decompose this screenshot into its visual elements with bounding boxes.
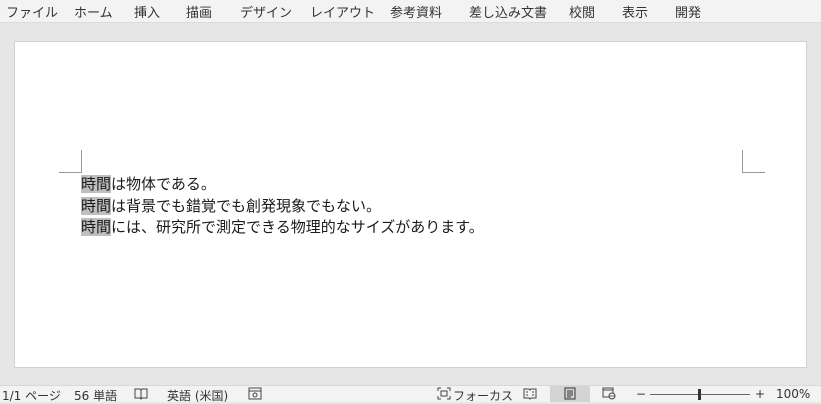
tab-file[interactable]: ファイル — [6, 2, 58, 21]
paragraph-line[interactable]: 時間は背景でも錯覚でも創発現象でもない。 — [81, 196, 381, 216]
zoom-in-button[interactable]: + — [755, 387, 765, 401]
read-mode-icon[interactable] — [523, 387, 537, 400]
ribbon-tab-bar: ファイル ホーム 挿入 描画 デザイン レイアウト 参考資料 差し込み文書 校閲… — [0, 0, 821, 23]
word-count[interactable]: 56 単語 — [74, 387, 117, 404]
tab-home[interactable]: ホーム — [74, 2, 113, 21]
paragraph-line[interactable]: 時間には、研究所で測定できる物理的なサイズがあります。 — [81, 217, 484, 237]
paragraph-line[interactable]: 時間は物体である。 — [81, 174, 216, 194]
tab-review[interactable]: 校閲 — [569, 2, 595, 21]
highlighted-word[interactable]: 時間 — [81, 218, 112, 236]
line-text: は物体である。 — [111, 175, 216, 193]
tab-view[interactable]: 表示 — [622, 2, 648, 21]
tab-developer[interactable]: 開発 — [675, 2, 701, 21]
line-text: には、研究所で測定できる物理的なサイズがあります。 — [111, 218, 484, 236]
tab-insert[interactable]: 挿入 — [134, 2, 160, 21]
highlighted-word[interactable]: 時間 — [81, 197, 112, 215]
document-workspace[interactable]: 時間は物体である。 時間は背景でも錯覚でも創発現象でもない。 時間には、研究所で… — [0, 23, 821, 385]
print-layout-icon[interactable] — [563, 387, 577, 400]
tab-design[interactable]: デザイン — [240, 2, 292, 21]
tab-references[interactable]: 参考資料 — [390, 2, 442, 21]
focus-mode-button[interactable]: フォーカス — [453, 387, 513, 404]
tab-layout[interactable]: レイアウト — [310, 2, 375, 21]
proofing-book-icon[interactable] — [134, 387, 148, 400]
language-indicator[interactable]: 英語 (米国) — [167, 387, 228, 404]
accessibility-icon[interactable] — [248, 387, 262, 400]
zoom-slider-thumb[interactable] — [698, 389, 701, 400]
status-bar: 1/1 ページ 56 単語 英語 (米国) フォーカス − + 100% — [0, 385, 821, 404]
document-page[interactable]: 時間は物体である。 時間は背景でも錯覚でも創発現象でもない。 時間には、研究所で… — [14, 41, 807, 368]
tab-mailings[interactable]: 差し込み文書 — [469, 2, 547, 21]
line-text: は背景でも錯覚でも創発現象でもない。 — [111, 197, 382, 215]
tab-draw[interactable]: 描画 — [186, 2, 212, 21]
page-count[interactable]: 1/1 ページ — [2, 387, 61, 404]
zoom-out-button[interactable]: − — [636, 387, 646, 401]
margin-corner-mark-right — [742, 150, 765, 173]
highlighted-word[interactable]: 時間 — [81, 175, 112, 193]
margin-corner-mark-left — [59, 150, 82, 173]
zoom-level[interactable]: 100% — [776, 387, 810, 401]
web-layout-icon[interactable] — [602, 387, 616, 400]
focus-mode-icon[interactable] — [437, 387, 451, 400]
